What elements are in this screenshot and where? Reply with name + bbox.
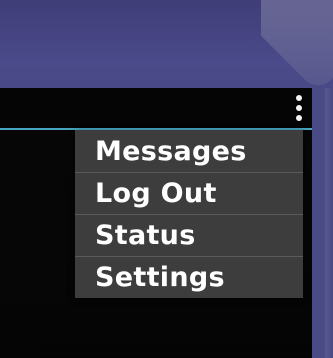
right-rail <box>311 88 333 358</box>
menu-item-label: Log Out <box>95 178 217 209</box>
menu-item-label: Status <box>95 220 196 251</box>
menu-item-label: Messages <box>95 135 247 167</box>
bottom-edge-shadow <box>40 340 312 358</box>
more-vertical-icon <box>296 95 302 101</box>
overflow-menu-button[interactable] <box>292 91 306 125</box>
menu-item-settings[interactable]: Settings <box>75 256 303 298</box>
menu-item-label: Settings <box>95 262 225 293</box>
more-vertical-icon <box>296 115 302 121</box>
top-corner-highlight <box>261 0 333 88</box>
app-bar <box>0 88 312 128</box>
more-vertical-icon <box>296 105 302 111</box>
screen: Messages Log Out Status Settings <box>0 88 312 358</box>
phone-frame: Messages Log Out Status Settings <box>0 0 333 358</box>
menu-item-status[interactable]: Status <box>75 214 303 256</box>
menu-item-log-out[interactable]: Log Out <box>75 172 303 214</box>
overflow-menu: Messages Log Out Status Settings <box>75 130 303 298</box>
menu-item-messages[interactable]: Messages <box>75 130 303 172</box>
